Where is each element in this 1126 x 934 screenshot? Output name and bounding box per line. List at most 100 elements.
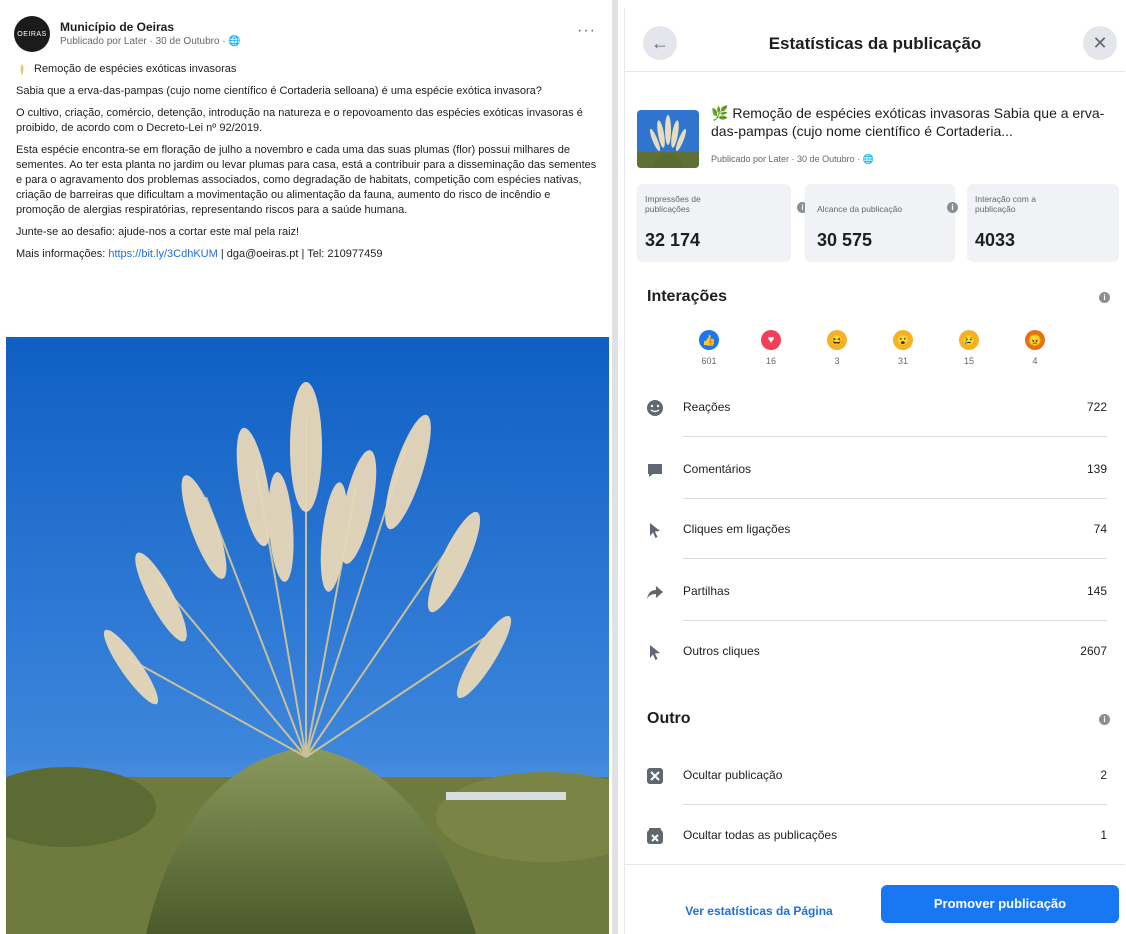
stats-cards: Impressões de publicações 32 174 i Alcan… — [637, 184, 1126, 264]
post-insights-modal: ← Estatísticas da publicação ✕ 🌿 Remoção… — [624, 8, 1126, 934]
page-name[interactable]: Município de Oeiras — [60, 20, 174, 34]
other-title: Outro — [647, 710, 691, 727]
row-label: Outros cliques — [683, 644, 760, 658]
metric-row-comments[interactable]: Comentários 139 — [645, 448, 1107, 508]
pampas-grass-photo — [6, 337, 609, 934]
info-link[interactable]: https://bit.ly/3CdhKUM — [108, 248, 217, 260]
post-title: Remoção de espécies exóticas invasoras — [34, 63, 237, 75]
reaction-count: 601 — [701, 356, 717, 366]
haha-icon: 😆 — [827, 330, 847, 350]
post-meta: Publicado por Later · 30 de Outubro · 🌐 — [60, 36, 241, 47]
post-paragraph-1: Sabia que a erva-das-pampas (cujo nome c… — [16, 85, 542, 97]
post-preview[interactable]: 🌿 Remoção de espécies exóticas invasoras… — [637, 104, 1113, 176]
row-label: Ocultar publicação — [683, 768, 783, 782]
post-title-line: Remoção de espécies exóticas invasoras — [16, 62, 600, 77]
like-icon: 👍 — [699, 330, 719, 350]
metric-row-link-clicks[interactable]: Cliques em ligações 74 — [645, 508, 1107, 568]
hide-post-icon — [645, 766, 665, 786]
row-value: 145 — [1086, 584, 1107, 598]
wow-icon: 😮 — [893, 330, 913, 350]
stat-card-engagement: Interação com a publicação 4033 — [967, 184, 1119, 262]
reaction-haha: 😆 3 — [817, 330, 857, 366]
reaction-count: 4 — [1032, 356, 1038, 366]
stat-value: 32 174 — [645, 230, 701, 250]
stat-card-impressions: Impressões de publicações 32 174 — [637, 184, 791, 262]
post-paragraph-2: O cultivo, criação, comércio, detenção, … — [16, 107, 583, 134]
cursor-icon — [645, 520, 665, 540]
info-prefix: Mais informações: — [16, 248, 106, 260]
info-icon[interactable]: i — [1099, 714, 1110, 725]
post-header: OEIRAS Município de Oeiras Publicado por… — [14, 14, 604, 54]
post-thumbnail — [637, 110, 699, 168]
reaction-love: ♥ 16 — [751, 330, 791, 366]
row-value: 2607 — [1080, 644, 1107, 658]
post-text: Remoção de espécies exóticas invasoras S… — [16, 62, 600, 269]
row-label: Partilhas — [683, 584, 730, 598]
row-divider — [683, 498, 1107, 499]
close-button[interactable]: ✕ — [1083, 26, 1117, 60]
sad-icon: 😢 — [959, 330, 979, 350]
promote-post-button[interactable]: Promover publicação — [881, 885, 1119, 923]
reactions-icon — [645, 398, 665, 418]
reaction-count: 15 — [963, 356, 974, 366]
share-icon — [645, 582, 665, 602]
row-divider — [683, 436, 1107, 437]
reaction-angry: 😠 4 — [1015, 330, 1055, 366]
info-icon[interactable]: i — [947, 202, 958, 213]
avatar[interactable]: OEIRAS — [14, 16, 50, 52]
cursor-icon — [645, 642, 665, 662]
post-paragraph-3: Esta espécie encontra-se em floração de … — [16, 144, 597, 216]
info-icon[interactable]: i — [1099, 292, 1110, 303]
panel-divider — [612, 0, 618, 934]
plant-icon: 🌿 — [711, 105, 729, 121]
reaction-sad: 😢 15 — [949, 330, 989, 366]
interactions-title: Interações — [647, 288, 728, 305]
post-card: OEIRAS Município de Oeiras Publicado por… — [0, 0, 612, 934]
reaction-wow: 😮 31 — [883, 330, 923, 366]
stat-label: Alcance da publicação — [817, 204, 903, 214]
close-icon: ✕ — [1092, 32, 1108, 53]
plume-icon — [20, 63, 24, 76]
metric-row-shares[interactable]: Partilhas 145 — [645, 570, 1107, 630]
reactions-breakdown: 👍 601 ♥ 16 😆 3 😮 31 😢 15 😠 4 — [665, 330, 1065, 374]
row-value: 1 — [1100, 828, 1107, 842]
post-photo[interactable] — [6, 337, 609, 934]
preview-meta: Publicado por Later · 30 de Outubro · 🌐 — [711, 154, 874, 164]
preview-text: 🌿 Remoção de espécies exóticas invasoras… — [711, 104, 1111, 140]
row-label: Ocultar todas as publicações — [683, 828, 838, 842]
info-suffix: | dga@oeiras.pt | Tel: 210977459 — [220, 248, 383, 260]
stat-value: 4033 — [975, 230, 1016, 250]
row-divider — [683, 620, 1107, 621]
comment-icon — [645, 460, 665, 480]
metric-row-reactions[interactable]: Reações 722 — [645, 386, 1107, 446]
row-value: 722 — [1086, 400, 1107, 414]
stat-label: Impressões de publicações — [645, 194, 701, 214]
metric-row-hide-post[interactable]: Ocultar publicação 2 — [645, 754, 1107, 814]
row-divider — [683, 804, 1107, 805]
post-info-line: Mais informações: https://bit.ly/3CdhKUM… — [16, 247, 600, 262]
angry-icon: 😠 — [1025, 330, 1045, 350]
row-value: 2 — [1100, 768, 1107, 782]
metric-row-other-clicks[interactable]: Outros cliques 2607 — [645, 630, 1107, 690]
reaction-like: 👍 601 — [689, 330, 729, 366]
reaction-count: 16 — [765, 356, 776, 366]
row-divider — [683, 558, 1107, 559]
more-options-icon[interactable]: ··· — [577, 22, 596, 40]
reaction-count: 3 — [834, 356, 840, 366]
love-icon: ♥ — [761, 330, 781, 350]
view-page-insights-link[interactable]: Ver estatísticas da Página — [649, 893, 869, 929]
stat-label: Interação com a publicação — [975, 194, 1036, 214]
reaction-count: 31 — [897, 356, 908, 366]
row-label: Comentários — [683, 462, 752, 476]
row-value: 139 — [1086, 462, 1107, 476]
row-label: Cliques em ligações — [683, 522, 791, 536]
stat-card-reach: Alcance da publicação 30 575 — [805, 184, 955, 262]
stat-value: 30 575 — [817, 230, 873, 250]
hide-all-icon — [645, 826, 665, 846]
row-value: 74 — [1093, 522, 1107, 536]
preview-text-content: Remoção de espécies exóticas invasoras S… — [711, 105, 1105, 139]
modal-title: Estatísticas da publicação — [768, 34, 982, 53]
row-label: Reações — [683, 400, 731, 414]
post-paragraph-4: Junte-se ao desafio: ajude-nos a cortar … — [16, 226, 300, 238]
modal-header: ← Estatísticas da publicação ✕ — [625, 8, 1125, 72]
